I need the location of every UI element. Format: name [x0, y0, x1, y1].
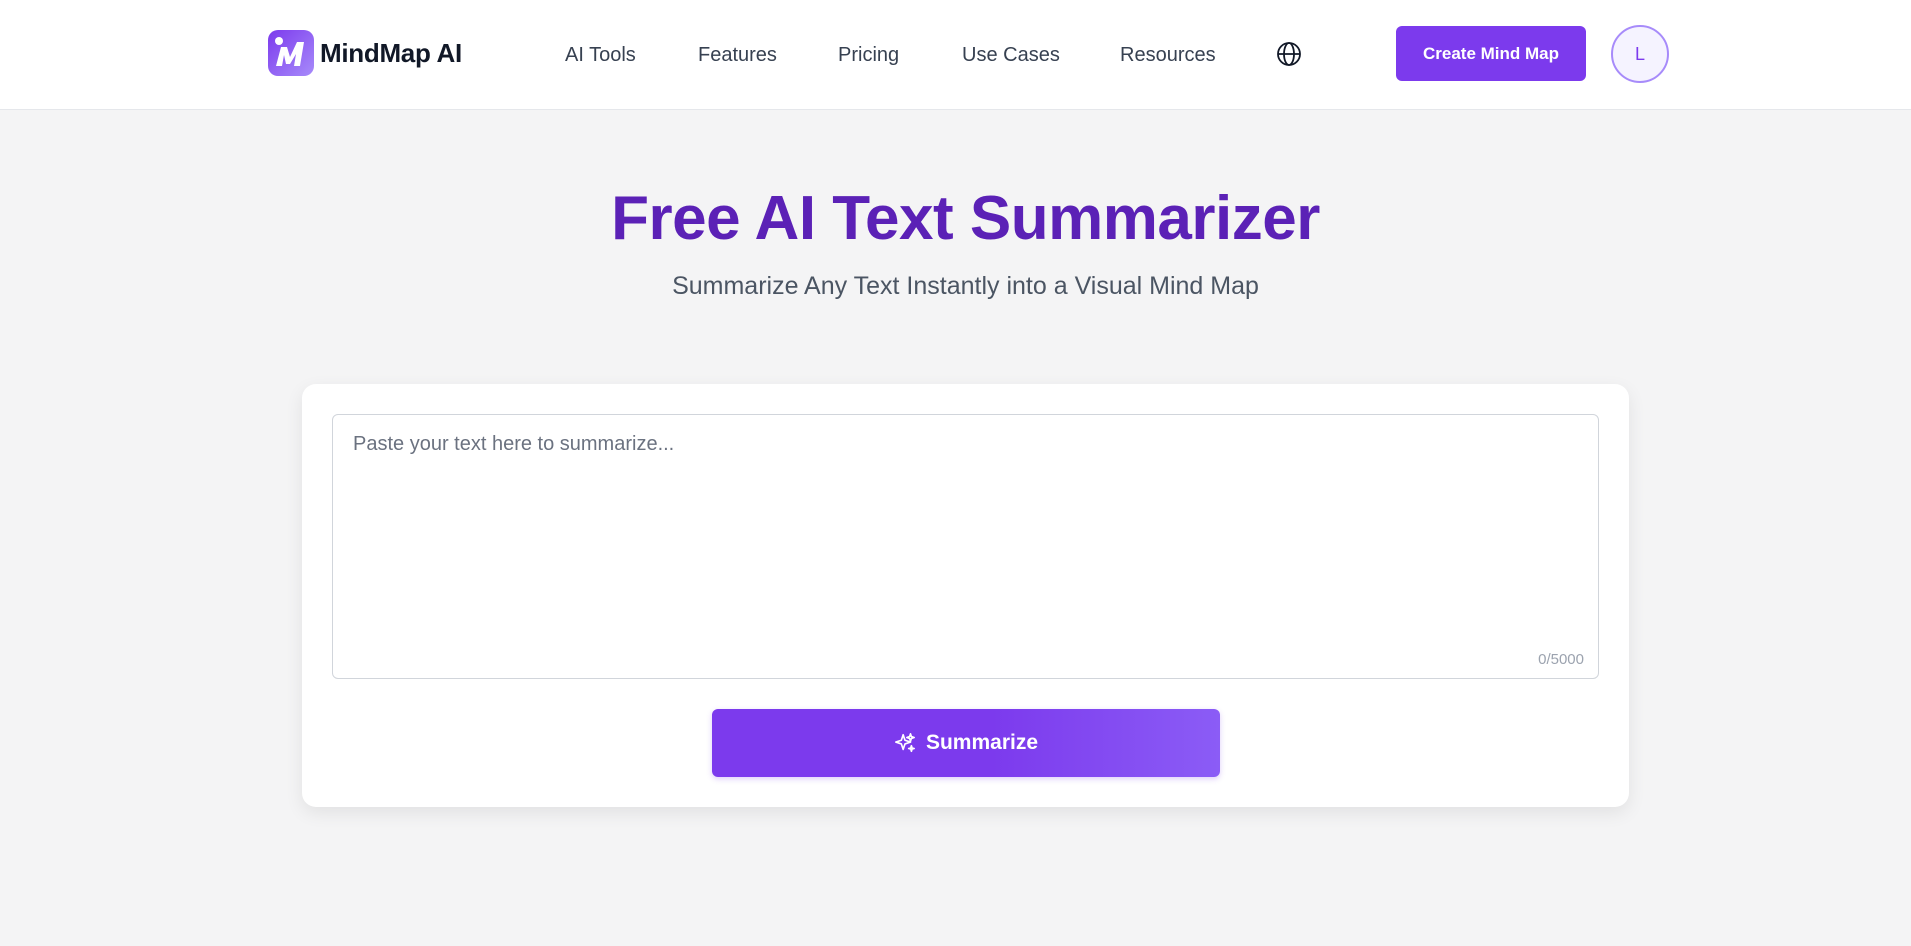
nav-resources[interactable]: Resources	[1120, 40, 1216, 70]
page-subtitle: Summarize Any Text Instantly into a Visu…	[672, 272, 1259, 300]
nav-pricing[interactable]: Pricing	[838, 40, 899, 70]
avatar[interactable]: L	[1611, 25, 1669, 83]
summarizer-card: 0/5000 Summarize	[302, 384, 1629, 807]
brand-name: MindMap AI	[320, 37, 462, 68]
page-title: Free AI Text Summarizer	[611, 184, 1320, 253]
logo-mark-icon	[268, 30, 314, 76]
summarize-button-label: Summarize	[925, 731, 1039, 754]
brand-logo[interactable]: MindMap AI	[268, 29, 462, 77]
nav-use-cases[interactable]: Use Cases	[962, 40, 1060, 70]
nav-features[interactable]: Features	[698, 40, 777, 70]
summarize-button[interactable]: Summarize	[712, 709, 1220, 777]
sparkles-icon	[894, 733, 915, 753]
top-navbar: MindMap AI AI Tools Features Pricing Use…	[0, 0, 1911, 110]
create-mind-map-button[interactable]: Create Mind Map	[1396, 26, 1586, 81]
globe-icon[interactable]	[1276, 41, 1302, 67]
text-input[interactable]	[333, 415, 1598, 678]
text-input-container: 0/5000	[332, 414, 1599, 679]
character-counter: 0/5000	[1538, 651, 1584, 668]
nav-ai-tools[interactable]: AI Tools	[565, 40, 636, 70]
